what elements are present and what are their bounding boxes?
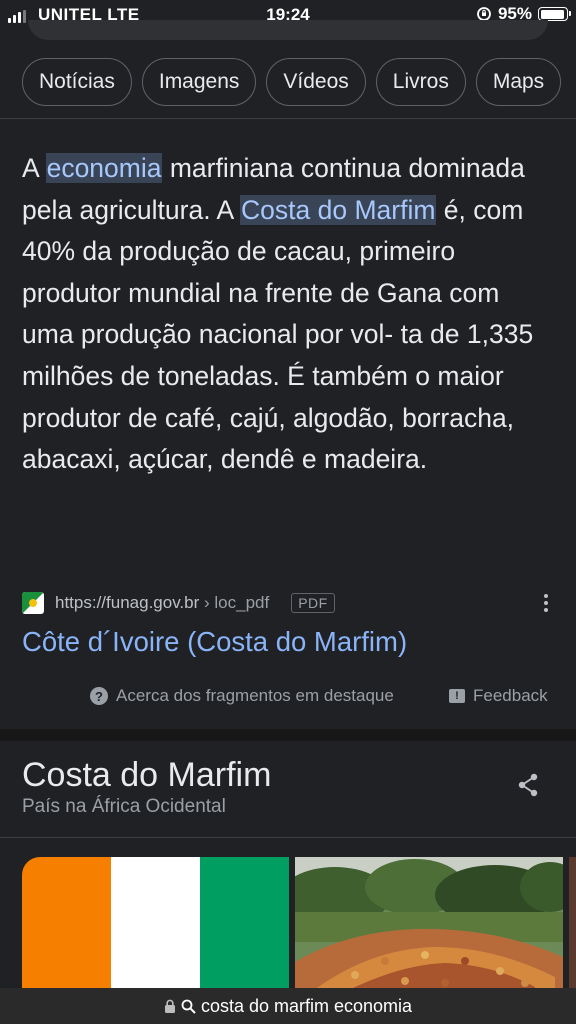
- featured-snippet-text: A economia marfiniana continua dominada …: [22, 148, 557, 481]
- search-tabs: Notícias Imagens Vídeos Livros Maps: [22, 58, 562, 106]
- source-domain: https://funag.gov.br: [55, 593, 200, 612]
- tab-chip[interactable]: Imagens: [141, 58, 257, 106]
- help-icon: ?: [90, 687, 108, 705]
- snippet-highlight: economia: [45, 153, 163, 183]
- flag-stripe: [200, 857, 289, 997]
- search-icon: [181, 999, 196, 1014]
- pdf-badge: PDF: [291, 593, 335, 613]
- tab-chip[interactable]: Livros: [375, 58, 466, 106]
- more-options-icon[interactable]: [536, 594, 556, 612]
- about-snippets-link[interactable]: ? Acerca dos fragmentos em destaque: [90, 686, 394, 706]
- source-path: › loc_pdf: [199, 593, 270, 612]
- section-separator: [0, 729, 576, 741]
- divider: [0, 837, 576, 838]
- flag-stripe: [111, 857, 200, 997]
- feedback-icon: !: [449, 689, 465, 703]
- result-source[interactable]: https://funag.gov.br › loc_pdf PDF: [22, 592, 556, 614]
- site-favicon-icon: [22, 592, 44, 614]
- cocoa-photo-image[interactable]: [295, 857, 563, 997]
- about-label: Acerca dos fragmentos em destaque: [116, 686, 394, 705]
- address-bar[interactable]: costa do marfim economia: [0, 988, 576, 1024]
- snippet-highlight: Costa do Marfim: [240, 194, 437, 225]
- share-icon[interactable]: [516, 772, 540, 798]
- battery-icon: [538, 7, 571, 21]
- next-image[interactable]: [569, 857, 576, 997]
- knowledge-panel-subtitle: País na África Ocidental: [22, 796, 226, 817]
- snippet-text: A: [22, 153, 46, 183]
- result-title-link[interactable]: Côte d´Ivoire (Costa do Marfim): [22, 626, 407, 658]
- snippet-text: é, com 40% da produção de cacau, primeir…: [22, 194, 534, 475]
- tab-chip[interactable]: Notícias: [22, 58, 132, 106]
- feedback-button[interactable]: ! Feedback: [449, 686, 548, 706]
- flag-image[interactable]: [22, 857, 289, 997]
- divider: [0, 118, 576, 119]
- tab-chip[interactable]: Vídeos: [266, 58, 366, 106]
- flag-stripe: [22, 857, 111, 997]
- feedback-label: Feedback: [473, 686, 548, 705]
- knowledge-panel-title: Costa do Marfim: [22, 756, 272, 794]
- address-bar-query: costa do marfim economia: [200, 995, 413, 1016]
- source-url: https://funag.gov.br › loc_pdf: [55, 593, 269, 613]
- lock-icon: [164, 999, 175, 1013]
- search-bar[interactable]: [28, 20, 548, 40]
- tab-chip[interactable]: Maps: [475, 58, 562, 106]
